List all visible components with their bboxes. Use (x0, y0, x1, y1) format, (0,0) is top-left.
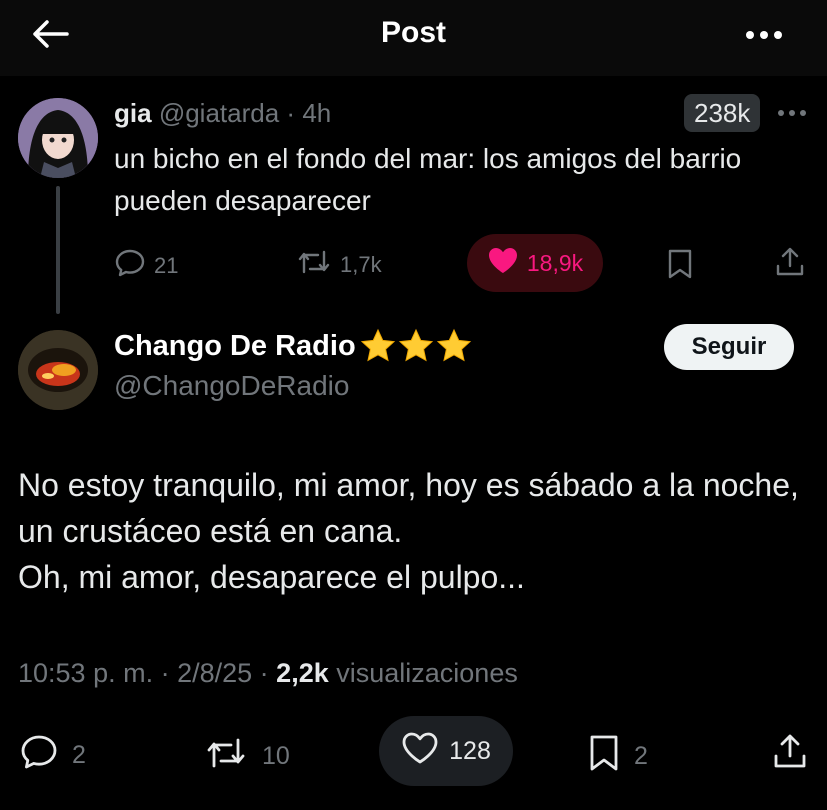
reply-button[interactable]: 2 (20, 734, 86, 777)
like-button[interactable]: 128 (379, 716, 513, 786)
main-author-handle[interactable]: @ChangoDeRadio (114, 370, 349, 402)
parent-repost-button[interactable]: 1,7k (296, 248, 382, 282)
tweet-date[interactable]: 2/8/25 (177, 658, 252, 688)
main-tweet-line: Oh, mi amor, desaparece el pulpo... (18, 559, 525, 595)
tweet-meta: 10:53 p. m. · 2/8/25 · 2,2k visualizacio… (18, 658, 518, 688)
main-tweet-line: No estoy tranquilo, mi amor, hoy es sába… (18, 467, 799, 549)
meta-separator: · (286, 98, 296, 128)
more-options-icon[interactable] (741, 18, 787, 52)
parent-bookmark-button[interactable] (666, 248, 694, 286)
heart-icon (401, 731, 439, 772)
bookmark-button[interactable]: 2 (588, 734, 648, 779)
parent-more-icon[interactable] (772, 96, 812, 130)
parent-share-button[interactable] (774, 246, 806, 284)
parent-repost-count: 1,7k (340, 252, 382, 277)
parent-like-button[interactable]: 18,9k (467, 234, 603, 292)
like-count: 128 (449, 736, 491, 765)
bookmark-icon (588, 734, 620, 779)
repost-count: 10 (262, 742, 290, 770)
parent-meta: gia @giatarda · 4h (114, 98, 331, 129)
top-bar: Post (0, 0, 827, 76)
main-tweet-text: No estoy tranquilo, mi amor, hoy es sába… (18, 462, 808, 600)
parent-author-name[interactable]: gia (114, 98, 152, 128)
share-icon (772, 732, 808, 777)
badges (360, 328, 472, 364)
bookmark-count: 2 (634, 742, 648, 770)
reply-count: 2 (72, 741, 86, 769)
main-author-name[interactable]: Chango De Radio (114, 330, 356, 363)
bookmark-icon (666, 248, 694, 286)
parent-time[interactable]: 4h (302, 98, 331, 128)
repost-icon (204, 736, 248, 777)
views-label: visualizaciones (336, 658, 518, 688)
views-badge: 238k (684, 94, 761, 132)
parent-avatar[interactable] (18, 98, 98, 178)
parent-reply-count: 21 (154, 253, 179, 278)
repost-button[interactable]: 10 (204, 736, 290, 777)
main-avatar[interactable] (18, 330, 98, 410)
reply-icon (114, 248, 146, 284)
heart-filled-icon (487, 246, 519, 280)
parent-tweet-text: un bicho en el fondo del mar: los amigos… (114, 143, 742, 216)
repost-icon (296, 248, 332, 282)
thread-connector-line (56, 186, 60, 314)
parent-author-handle[interactable]: @giatarda (159, 98, 279, 128)
parent-like-count: 18,9k (526, 249, 584, 276)
page-title: Post (380, 16, 446, 49)
tweet-time[interactable]: 10:53 p. m. (18, 658, 153, 688)
parent-reply-button[interactable]: 21 (114, 248, 178, 284)
star-icon (360, 328, 395, 362)
reply-icon (20, 734, 58, 777)
star-icon (436, 328, 471, 362)
share-button[interactable] (772, 732, 808, 777)
follow-button[interactable]: Seguir (664, 324, 794, 370)
star-icon (398, 328, 433, 362)
views-count: 2,2k (276, 658, 329, 688)
share-icon (774, 246, 806, 284)
main-author-row[interactable]: Chango De Radio (114, 328, 472, 364)
